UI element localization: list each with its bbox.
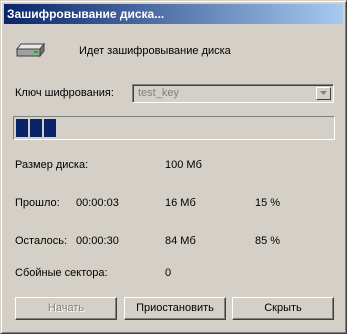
elapsed-size: 16 Мб <box>165 197 196 209</box>
remaining-time: 00:00:30 <box>76 235 119 247</box>
encryption-key-value: test_key <box>138 87 179 99</box>
hide-button[interactable]: Скрыть <box>232 297 334 320</box>
disk-size-label: Размер диска: <box>15 159 89 171</box>
elapsed-label: Прошло: <box>15 197 60 209</box>
bad-sectors-label: Сбойные сектора: <box>15 267 108 279</box>
disk-drive-icon <box>15 42 46 58</box>
status-text: Идет зашифровывание диска <box>79 45 231 57</box>
encryption-key-select[interactable]: test_key <box>132 84 334 103</box>
progress-fill <box>16 119 56 137</box>
progress-block <box>44 119 56 137</box>
disk-size-value: 100 Мб <box>165 159 202 171</box>
start-button[interactable]: Начать <box>15 297 117 320</box>
progress-block <box>16 119 28 137</box>
elapsed-percent: 15 % <box>255 197 281 209</box>
remaining-percent: 85 % <box>255 235 281 247</box>
remaining-label: Осталось: <box>15 235 68 247</box>
encryption-key-label: Ключ шифрования: <box>15 87 114 99</box>
remaining-size: 84 Мб <box>165 235 196 247</box>
pause-button[interactable]: Приостановить <box>124 297 226 320</box>
elapsed-time: 00:00:03 <box>76 197 119 209</box>
dropdown-button[interactable] <box>316 87 331 100</box>
progress-block <box>30 119 42 137</box>
bad-sectors-value: 0 <box>165 267 172 279</box>
title-bar[interactable]: Зашифровывание диска... <box>4 4 343 24</box>
encryption-dialog: Зашифровывание диска... Идет зашифровыва… <box>0 0 347 334</box>
encryption-progress-bar <box>13 116 335 140</box>
chevron-down-icon <box>320 91 327 95</box>
window-title: Зашифровывание диска... <box>7 7 165 21</box>
